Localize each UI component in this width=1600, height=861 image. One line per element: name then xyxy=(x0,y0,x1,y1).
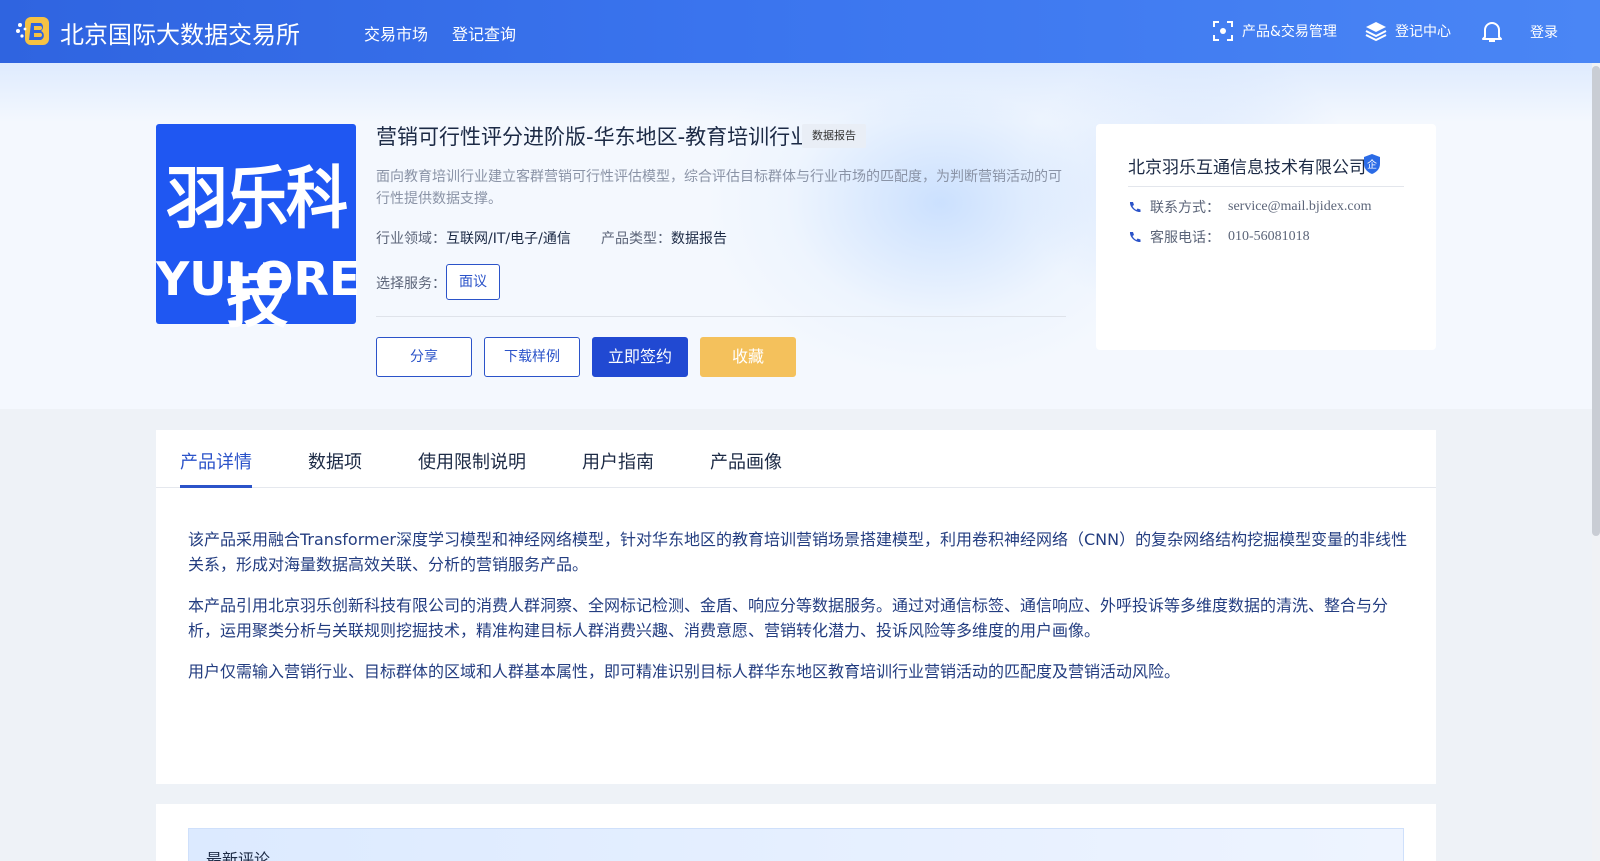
phone-icon xyxy=(1129,232,1141,243)
phone-label: 客服电话： xyxy=(1150,230,1220,246)
tab-bar: 产品详情 数据项 使用限制说明 用户指南 产品画像 xyxy=(156,430,1436,488)
product-type-tag: 数据报告 xyxy=(802,124,866,148)
comments-title: 最新评论 xyxy=(206,850,271,861)
product-type-label: 产品类型： xyxy=(601,231,671,247)
phone-number[interactable]: 010-56081018 xyxy=(1228,229,1310,245)
nav-registration-query[interactable]: 登记查询 xyxy=(452,21,516,45)
service-option-negotiable[interactable]: 面议 xyxy=(446,264,500,300)
share-button[interactable]: 分享 xyxy=(376,337,472,377)
bell-icon[interactable] xyxy=(1481,20,1503,44)
product-trade-mgmt-link[interactable]: 产品&交易管理 xyxy=(1212,20,1337,42)
detail-paragraph: 该产品采用融合Transformer深度学习模型和神经网络模型，针对华东地区的教… xyxy=(188,530,1408,574)
product-type-meta: 产品类型：数据报告 xyxy=(601,228,727,248)
scan-icon xyxy=(1213,21,1233,41)
industry-meta: 行业领域：互联网/IT/电子/通信 xyxy=(376,228,571,248)
product-type-value: 数据报告 xyxy=(671,231,727,247)
industry-label: 行业领域： xyxy=(376,231,446,247)
company-name[interactable]: 北京羽乐互通信息技术有限公司 xyxy=(1128,153,1366,178)
detail-paragraph: 用户仅需输入营销行业、目标群体的区域和人群基本属性，即可精准识别目标人群华东地区… xyxy=(188,662,1181,681)
comments-card: 最新评论 xyxy=(156,804,1436,861)
nav-trade-market[interactable]: 交易市场 xyxy=(364,21,428,45)
company-card: 北京羽乐互通信息技术有限公司 企 联系方式： service@mail.bjid… xyxy=(1096,124,1436,350)
scrollbar-thumb[interactable] xyxy=(1592,66,1600,536)
product-logo-cn: 羽乐科技 xyxy=(165,158,348,338)
product-title: 营销可行性评分进阶版-华东地区-教育培训行业 xyxy=(376,125,812,149)
register-center-label: 登记中心 xyxy=(1395,24,1451,40)
layers-icon xyxy=(1365,22,1387,42)
login-link[interactable]: 登录 xyxy=(1530,22,1558,42)
product-details-card: 产品详情 数据项 使用限制说明 用户指南 产品画像 该产品采用融合Transfo… xyxy=(156,430,1436,784)
tab-product-details[interactable]: 产品详情 xyxy=(180,448,252,474)
top-header: 北京国际大数据交易所 交易市场 登记查询 产品&交易管理 登记中心 登录 xyxy=(0,0,1600,63)
tab-user-guide[interactable]: 用户指南 xyxy=(582,448,654,474)
product-trade-mgmt-label: 产品&交易管理 xyxy=(1242,24,1337,40)
enterprise-verified-icon: 企 xyxy=(1364,154,1380,174)
contact-email[interactable]: service@mail.bjidex.com xyxy=(1228,199,1372,215)
tab-usage-restrictions[interactable]: 使用限制说明 xyxy=(418,448,526,474)
tab-product-portrait[interactable]: 产品画像 xyxy=(710,448,782,474)
industry-value: 互联网/IT/电子/通信 xyxy=(446,231,571,247)
divider xyxy=(376,316,1066,317)
service-label: 选择服务： xyxy=(376,276,446,292)
enterprise-badge-text: 企 xyxy=(1367,158,1377,171)
contact-row: 联系方式： service@mail.bjidex.com xyxy=(1128,197,1372,217)
phone-icon xyxy=(1129,202,1141,213)
download-sample-button[interactable]: 下载样例 xyxy=(484,337,580,377)
active-tab-indicator xyxy=(180,485,252,488)
brand-name[interactable]: 北京国际大数据交易所 xyxy=(60,15,300,50)
exchange-logo-icon[interactable] xyxy=(15,15,51,47)
favorite-button[interactable]: 收藏 xyxy=(700,337,796,377)
divider xyxy=(1128,186,1404,187)
contact-label: 联系方式： xyxy=(1150,200,1220,216)
comments-header: 最新评论 xyxy=(188,828,1404,861)
product-logo-en: YULORE xyxy=(156,252,361,306)
register-center-link[interactable]: 登记中心 xyxy=(1365,20,1451,42)
tab-data-items[interactable]: 数据项 xyxy=(308,448,362,474)
detail-paragraph: 本产品引用北京羽乐创新科技有限公司的消费人群洞察、全网标记检测、金盾、响应分等数… xyxy=(188,596,1389,640)
sign-now-button[interactable]: 立即签约 xyxy=(592,337,688,377)
phone-row: 客服电话： 010-56081018 xyxy=(1128,227,1310,247)
product-description: 面向教育培训行业建立客群营销可行性评估模型，综合评估目标群体与行业市场的匹配度，… xyxy=(376,169,1062,207)
product-logo: 羽乐科技 YULORE xyxy=(156,124,361,338)
